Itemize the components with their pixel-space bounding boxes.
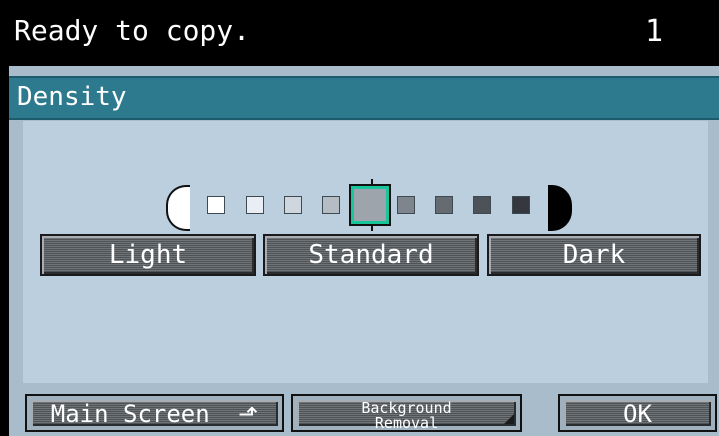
standard-button-label: Standard	[308, 240, 434, 270]
density-level[interactable]	[397, 196, 415, 214]
current-marker-bottom	[371, 224, 373, 231]
density-level[interactable]	[322, 196, 340, 214]
standard-button[interactable]: Standard	[263, 234, 479, 276]
submenu-corner-icon	[504, 414, 514, 424]
status-bar: Ready to copy. 1	[0, 0, 719, 60]
density-level[interactable]	[246, 196, 264, 214]
density-level[interactable]	[435, 196, 453, 214]
ok-label: OK	[623, 400, 652, 428]
density-level[interactable]	[473, 196, 491, 214]
status-message: Ready to copy.	[14, 14, 251, 47]
main-screen-button[interactable]: Main Screen ⬏	[25, 394, 284, 432]
background-removal-button[interactable]: Background Removal	[291, 394, 522, 432]
panel-title: Density	[17, 82, 127, 112]
return-arrow-icon: ⬏	[238, 400, 259, 428]
copy-count: 1	[644, 14, 663, 49]
current-marker-top	[371, 179, 373, 186]
light-button[interactable]: Light	[40, 234, 256, 276]
panel-header: Density	[9, 76, 719, 120]
density-level-current[interactable]	[349, 184, 391, 226]
background-removal-label-line2: Removal	[374, 414, 439, 432]
dark-button-label: Dark	[562, 240, 626, 270]
main-screen-label: Main Screen	[50, 400, 210, 428]
dark-button[interactable]: Dark	[487, 234, 701, 276]
light-button-label: Light	[108, 240, 188, 270]
density-level[interactable]	[512, 196, 530, 214]
density-level[interactable]	[284, 196, 302, 214]
ok-button[interactable]: OK	[558, 394, 717, 432]
density-level[interactable]	[207, 196, 225, 214]
background-removal-label-line1: Background	[361, 399, 452, 417]
